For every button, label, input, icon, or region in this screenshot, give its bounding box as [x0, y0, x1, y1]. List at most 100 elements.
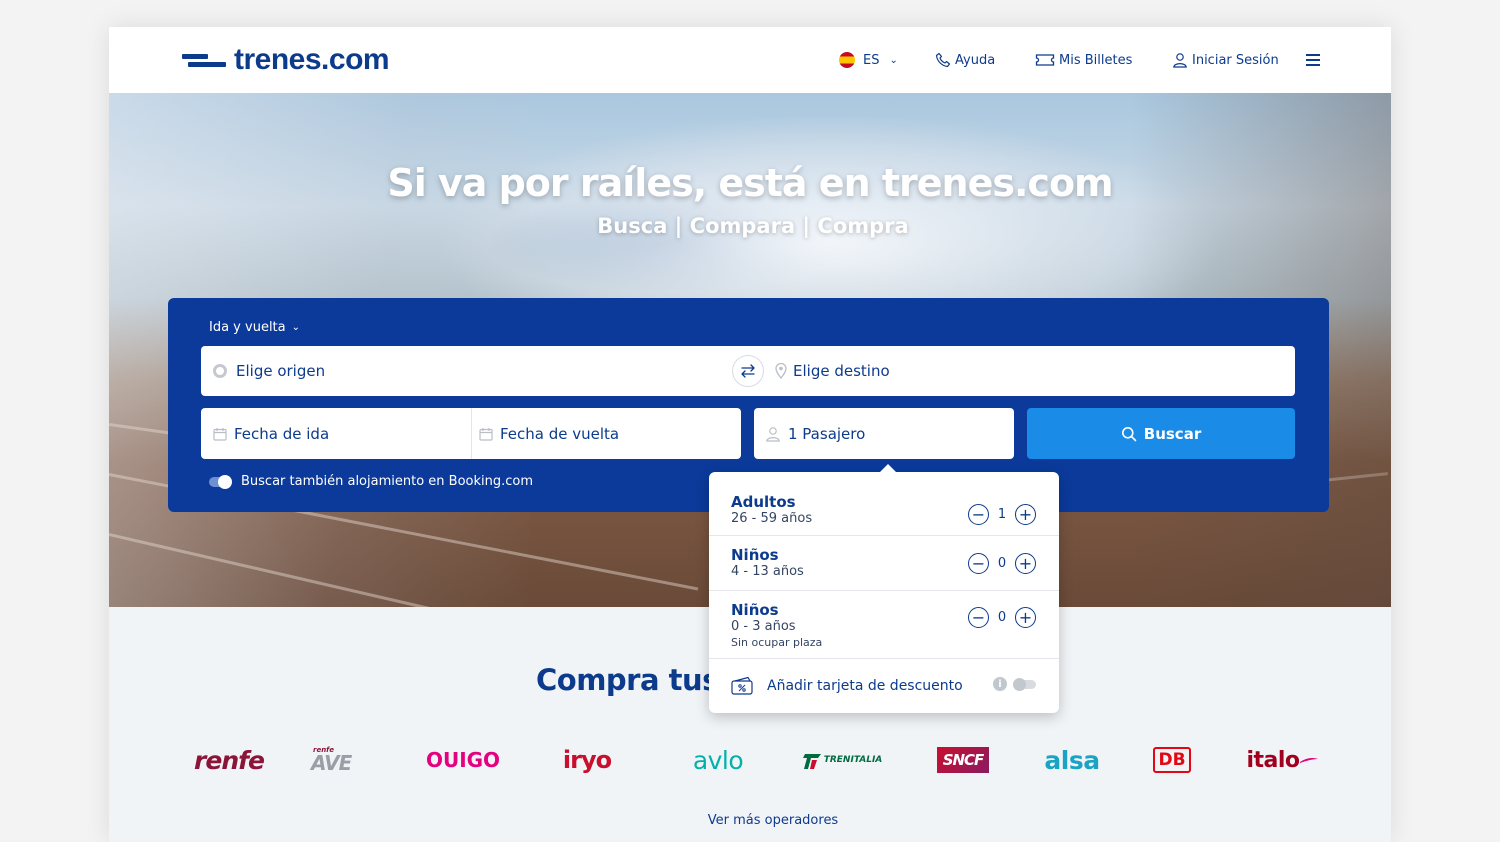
browser-page: trenes.com ES ⌄ Ayuda Mis Billetes Inici…	[109, 27, 1391, 842]
passengers-dropdown: Adultos 26 - 59 años − 1 + Niños 4 - 13 …	[709, 464, 1059, 713]
search-icon	[1121, 426, 1137, 441]
decrement-button[interactable]: −	[968, 504, 989, 525]
operators-row: renfe renfe AVE OUIGO iryo avlo TRENITAL…	[109, 735, 1391, 785]
section-title: Compra tus	[536, 663, 719, 697]
operator-name: avlo	[692, 745, 744, 775]
calendar-icon	[213, 427, 227, 441]
discount-toggle[interactable]	[1013, 678, 1036, 691]
infants-count: 0	[997, 610, 1007, 625]
increment-button[interactable]: +	[1015, 607, 1036, 628]
trip-type-selector[interactable]: Ida y vuelta ⌄	[209, 320, 300, 335]
passengers-input[interactable]: 1 Pasajero	[754, 408, 1014, 459]
operator-logo-sncf[interactable]: SNCF	[934, 735, 992, 785]
passenger-age-label: 26 - 59 años	[731, 511, 813, 526]
operator-name: AVE	[311, 751, 352, 775]
info-icon[interactable]: i	[993, 677, 1007, 691]
departure-date-placeholder: Fecha de ida	[234, 424, 330, 443]
decrement-button[interactable]: −	[968, 607, 989, 628]
help-label: Ayuda	[955, 52, 996, 68]
adults-stepper: − 1 +	[968, 504, 1036, 525]
operator-logo-alsa[interactable]: alsa	[1041, 735, 1103, 785]
language-label: ES	[863, 52, 880, 68]
children-stepper: − 0 +	[968, 553, 1036, 574]
swap-arrows-icon	[741, 364, 755, 378]
spain-flag-icon	[839, 52, 855, 68]
more-operators-link[interactable]: Ver más operadores	[109, 813, 1391, 828]
passenger-row-adults: Adultos 26 - 59 años − 1 +	[709, 472, 1059, 536]
calendar-icon	[479, 427, 493, 441]
passenger-type-label: Niños	[731, 601, 779, 619]
operator-logo-ave[interactable]: renfe AVE	[307, 735, 377, 785]
departure-date-input[interactable]: Fecha de ida	[213, 408, 329, 459]
operator-name: SNCF	[936, 747, 990, 773]
operator-name: DB	[1153, 747, 1191, 773]
operator-logo-ouigo[interactable]: OUIGO	[425, 735, 501, 785]
chevron-down-icon: ⌄	[291, 322, 301, 333]
site-header: trenes.com ES ⌄ Ayuda Mis Billetes Inici…	[109, 27, 1391, 93]
trip-type-label: Ida y vuelta	[209, 320, 286, 335]
operator-name: renfe	[194, 745, 265, 775]
location-pin-icon	[775, 363, 787, 379]
search-button-label: Buscar	[1143, 424, 1202, 443]
operator-name: OUIGO	[425, 748, 501, 772]
chevron-down-icon: ⌄	[889, 54, 898, 66]
person-icon	[766, 426, 780, 442]
help-link[interactable]: Ayuda	[935, 27, 995, 93]
trenitalia-mark-icon	[802, 754, 821, 769]
increment-button[interactable]: +	[1015, 504, 1036, 525]
destination-input[interactable]: Elige destino	[775, 346, 890, 396]
hero-title: Si va por raíles, está en trenes.com	[387, 161, 1113, 205]
adults-count: 1	[997, 507, 1007, 522]
origin-dot-icon	[213, 364, 227, 378]
dates-field: Fecha de ida Fecha de vuelta	[201, 408, 741, 459]
route-field: Elige origen Elige destino	[201, 346, 1295, 396]
operator-name: iryo	[562, 746, 612, 774]
operator-logo-iryo[interactable]: iryo	[556, 735, 618, 785]
logo-text: trenes.com	[234, 43, 390, 76]
phone-icon	[935, 52, 951, 68]
operator-logo-avlo[interactable]: avlo	[685, 735, 751, 785]
increment-button[interactable]: +	[1015, 553, 1036, 574]
hero-subtitle: Busca | Compara | Compra	[597, 214, 909, 238]
decrement-button[interactable]: −	[968, 553, 989, 574]
passenger-type-label: Niños	[731, 546, 779, 564]
logo-mark-icon	[182, 49, 228, 71]
passenger-row-infants: Niños 0 - 3 años Sin ocupar plaza − 0 +	[709, 591, 1059, 659]
hamburger-menu-button[interactable]	[1305, 27, 1325, 93]
user-icon	[1173, 53, 1187, 68]
passenger-note-label: Sin ocupar plaza	[731, 636, 823, 649]
return-date-placeholder: Fecha de vuelta	[500, 424, 620, 443]
booking-toggle[interactable]	[209, 474, 232, 489]
date-divider	[471, 408, 472, 459]
return-date-input[interactable]: Fecha de vuelta	[479, 408, 619, 459]
italo-swoosh-icon	[1299, 758, 1318, 763]
infants-stepper: − 0 +	[968, 607, 1036, 628]
my-tickets-label: Mis Billetes	[1059, 52, 1133, 68]
swap-route-button[interactable]	[732, 355, 764, 387]
ticket-icon	[1035, 54, 1055, 66]
passenger-type-label: Adultos	[731, 493, 796, 511]
children-count: 0	[997, 556, 1007, 571]
discount-card-row[interactable]: Añadir tarjeta de descuento i	[731, 659, 1041, 713]
discount-card-label: Añadir tarjeta de descuento	[767, 678, 963, 694]
my-tickets-link[interactable]: Mis Billetes	[1035, 27, 1132, 93]
rail-line	[109, 533, 792, 607]
login-link[interactable]: Iniciar Sesión	[1172, 27, 1279, 93]
operator-logo-trenitalia[interactable]: TRENITALIA	[799, 735, 885, 785]
search-button[interactable]: Buscar	[1027, 408, 1295, 459]
operator-name: alsa	[1044, 745, 1100, 775]
operator-logo-italo[interactable]: italo	[1241, 735, 1323, 785]
operator-logo-db[interactable]: DB	[1151, 735, 1193, 785]
booking-label: Buscar también alojamiento en Booking.co…	[241, 474, 534, 489]
operator-name: italo	[1246, 747, 1300, 773]
hamburger-icon	[1306, 54, 1320, 66]
operator-logo-renfe[interactable]: renfe	[187, 735, 271, 785]
operator-name: TRENITALIA	[823, 755, 883, 765]
passenger-row-children: Niños 4 - 13 años − 0 +	[709, 536, 1059, 591]
site-logo[interactable]: trenes.com	[182, 43, 390, 76]
passengers-value: 1 Pasajero	[788, 424, 866, 443]
language-selector[interactable]: ES ⌄	[839, 27, 898, 93]
login-label: Iniciar Sesión	[1192, 52, 1279, 68]
origin-input[interactable]: Elige origen	[213, 346, 325, 396]
discount-card-icon	[731, 676, 753, 695]
